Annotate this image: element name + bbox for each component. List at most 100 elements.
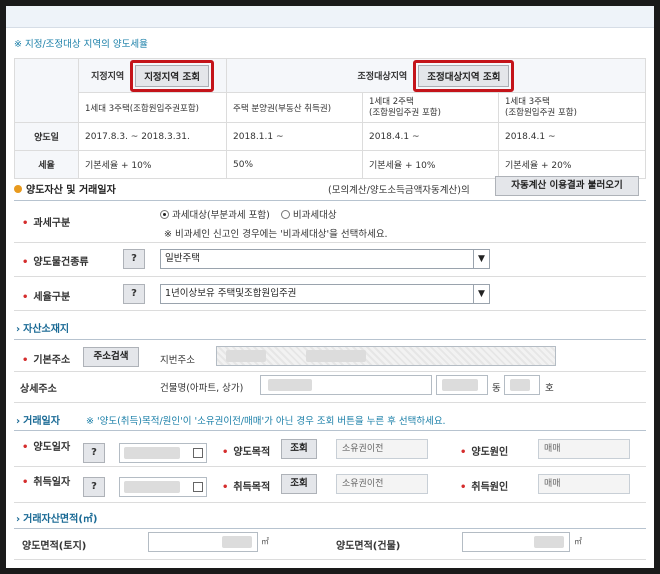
building-area-unit: ㎡ — [574, 537, 582, 546]
load-auto-calc-button[interactable]: 자동계산 이용결과 불러오기 — [495, 176, 639, 196]
table-cell: 2018.4.1 ~ — [498, 122, 646, 151]
trade-section-title-text: 거래일자 — [23, 416, 60, 427]
transfer-purpose-label: • 양도목적 — [222, 447, 271, 458]
trade-section-title: › 거래일자 — [16, 412, 60, 427]
acquire-date-label: • 취득일자 — [22, 477, 71, 488]
acquire-purpose-label: • 취득목적 — [222, 482, 271, 493]
transfer-date-label: • 양도일자 — [22, 442, 71, 453]
redacted-block — [268, 379, 312, 391]
region-section-title: ※ 지정/조정대상 지역의 양도세율 — [14, 39, 148, 50]
acquire-date-label-text: 취득일자 — [33, 477, 71, 488]
calendar-icon[interactable] — [193, 482, 203, 492]
radio-taxable-label: 과세대상(부분과세 포함) — [172, 210, 270, 221]
chevron-down-icon: ▼ — [473, 285, 489, 303]
tax-rate-class-label-text: 세율구분 — [33, 292, 71, 303]
basic-address-label: • 기본주소 — [22, 355, 71, 366]
address-hatch — [217, 347, 555, 365]
redacted-block — [222, 536, 252, 548]
transfer-purpose-field[interactable]: 소유권이전 — [336, 439, 428, 459]
transfer-cause-label: • 양도원인 — [460, 447, 509, 458]
transfer-purpose-lookup-button[interactable]: 조회 — [281, 439, 317, 459]
redacted-block — [510, 379, 530, 391]
row-label-date: 양도일 — [14, 122, 79, 151]
redacted-block — [442, 379, 478, 391]
property-type-value: 일반주택 — [165, 253, 200, 264]
transfer-cause-label-text: 양도원인 — [471, 447, 509, 458]
acquire-purpose-label-text: 취득목적 — [233, 482, 271, 493]
chevron-right-icon: › — [16, 514, 21, 525]
acquire-cause-label: • 취득원인 — [460, 482, 509, 493]
address-search-button[interactable]: 주소검색 — [83, 347, 139, 367]
designated-lookup-button[interactable]: 지정지역 조회 — [130, 59, 214, 92]
designated-lookup-label: 지정지역 조회 — [135, 64, 209, 87]
area-section-title: › 거래자산면적(㎡) — [16, 510, 97, 525]
top-bar — [6, 6, 654, 28]
area-section-title-text: 거래자산면적(㎡) — [23, 514, 98, 525]
radio-nontaxable[interactable] — [280, 210, 290, 219]
acquire-cause-label-text: 취득원인 — [471, 482, 509, 493]
sub-header-1: 주택 분양권(부동산 취득권) — [226, 92, 363, 123]
sub-header-2: 1세대 2주택 (조합원입주권 포함) — [362, 92, 499, 123]
adjusted-header: 조정대상지역 조정대상지역 조회 — [226, 58, 646, 93]
tax-class-options: 과세대상(부분과세 포함) 비과세대상 — [160, 207, 337, 221]
calc-note: (모의계산/양도소득금액자동계산)의 — [328, 185, 470, 196]
property-type-select[interactable]: 일반주택 ▼ — [160, 249, 490, 269]
tax-rate-help-button[interactable]: ? — [123, 284, 145, 304]
chevron-down-icon: ▼ — [473, 250, 489, 268]
location-section-title-text: 자산소재지 — [23, 324, 70, 335]
radio-taxable[interactable] — [160, 210, 169, 219]
redacted-block — [306, 350, 366, 362]
chevron-right-icon: › — [16, 324, 21, 335]
sub-header-0: 1세대 3주택(조합원입주권포함) — [78, 92, 227, 123]
building-area-label: 양도면적(건물) — [336, 541, 401, 552]
acquire-date-help-button[interactable]: ? — [83, 477, 105, 497]
table-cell: 2017.8.3. ~ 2018.3.31. — [78, 122, 227, 151]
sub-header-3: 1세대 3주택 (조합원입주권 포함) — [498, 92, 646, 123]
row-label-rate: 세율 — [14, 150, 79, 179]
adjusted-lookup-label: 조정대상지역 조회 — [418, 64, 510, 87]
table-cell: 기본세율 + 10% — [362, 150, 499, 179]
region-rate-table: 지정지역 지정지역 조회 조정대상지역 조정대상지역 조회 1세대 3주택(조합… — [14, 58, 646, 179]
transfer-purpose-label-text: 양도목적 — [233, 447, 271, 458]
trade-section-note: ※ '양도(취득)목적/원인'이 '소유권이전/매매'가 아닌 경우 조회 버튼… — [86, 416, 446, 427]
radio-nontaxable-label: 비과세대상 — [292, 210, 337, 221]
table-cell: 기본세율 + 10% — [78, 150, 227, 179]
asset-section-title-text: 양도자산 및 거래일자 — [26, 185, 116, 196]
asset-section-title: 양도자산 및 거래일자 — [14, 181, 116, 196]
property-type-label: • 양도물건종류 — [22, 257, 89, 268]
ho-label: 호 — [545, 383, 554, 394]
acquire-purpose-field[interactable]: 소유권이전 — [336, 474, 428, 494]
location-section-title: › 자산소재지 — [16, 320, 69, 335]
table-corner — [14, 58, 79, 123]
acquire-purpose-lookup-button[interactable]: 조회 — [281, 474, 317, 494]
tax-rate-class-label: • 세율구분 — [22, 292, 71, 303]
designated-header: 지정지역 지정지역 조회 — [78, 58, 227, 93]
building-name-label: 건물명(아파트, 상가) — [160, 383, 244, 394]
transfer-date-label-text: 양도일자 — [33, 442, 71, 453]
redacted-block — [124, 447, 180, 459]
orange-dot-icon — [14, 185, 22, 193]
property-type-help-button[interactable]: ? — [123, 249, 145, 269]
calendar-icon[interactable] — [193, 448, 203, 458]
tax-class-hint: ※ 비과세인 신고인 경우에는 '비과세대상'을 선택하세요. — [164, 229, 388, 240]
tax-class-label-text: 과세구분 — [33, 218, 71, 229]
table-cell: 기본세율 + 20% — [498, 150, 646, 179]
lot-address-label: 지번주소 — [160, 355, 195, 366]
tax-rate-class-select[interactable]: 1년이상보유 주택및조합원입주권 ▼ — [160, 284, 490, 304]
form-frame: ※ 지정/조정대상 지역의 양도세율 지정지역 지정지역 조회 조정대상지역 조… — [6, 6, 654, 568]
land-area-label: 양도면적(토지) — [22, 541, 87, 552]
table-cell: 50% — [226, 150, 363, 179]
chevron-right-icon: › — [16, 416, 21, 427]
redacted-block — [124, 481, 180, 493]
acquire-cause-field[interactable]: 매매 — [538, 474, 630, 494]
table-cell: 2018.1.1 ~ — [226, 122, 363, 151]
table-cell: 2018.4.1 ~ — [362, 122, 499, 151]
transfer-date-help-button[interactable]: ? — [83, 443, 105, 463]
dong-label: 동 — [492, 383, 501, 394]
detail-address-label: 상세주소 — [20, 384, 57, 395]
adjusted-lookup-button[interactable]: 조정대상지역 조회 — [413, 59, 515, 92]
redacted-block — [226, 350, 266, 362]
property-type-label-text: 양도물건종류 — [33, 257, 89, 268]
transfer-cause-field[interactable]: 매매 — [538, 439, 630, 459]
redacted-block — [534, 536, 564, 548]
